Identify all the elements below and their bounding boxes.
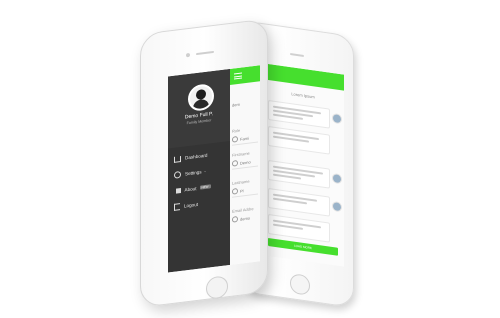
field-label: Role bbox=[232, 127, 241, 134]
front-phone: Demo Full P. Family Member Dashboard Set… bbox=[140, 1, 280, 309]
field-label: Lastname bbox=[232, 178, 250, 186]
role-field[interactable]: Fami bbox=[232, 135, 249, 143]
menu-item-label: Logout bbox=[184, 201, 199, 209]
menu-item-logout[interactable]: Logout bbox=[174, 195, 228, 212]
scene: Lorem Ipsum LOAD MORE Demo Full P. Famil… bbox=[0, 0, 500, 318]
content-panel: dem Role Fami Firstname Demo Lastname Pl bbox=[230, 65, 260, 265]
email-field[interactable]: demo bbox=[232, 214, 251, 223]
circle-icon bbox=[232, 215, 238, 223]
menu-item-about[interactable]: About NEW bbox=[174, 179, 228, 196]
menu-item-label: About bbox=[184, 185, 197, 193]
menu-icon[interactable] bbox=[234, 72, 242, 80]
menu-item-settings[interactable]: Settings ⌄ bbox=[174, 163, 228, 180]
content-top-bar bbox=[230, 65, 260, 85]
menu-item-dashboard[interactable]: Dashboard bbox=[174, 147, 228, 164]
firstname-field[interactable]: Demo bbox=[232, 158, 251, 167]
drawer-header: Demo Full P. Family Member bbox=[168, 68, 230, 149]
nav-drawer: Demo Full P. Family Member Dashboard Set… bbox=[168, 68, 230, 273]
field-label: Firstname bbox=[232, 150, 250, 158]
logout-icon bbox=[174, 202, 180, 211]
field-value: Demo bbox=[240, 158, 251, 166]
avatar bbox=[332, 112, 342, 125]
field-value: Pl bbox=[240, 187, 244, 194]
menu-item-label: Settings bbox=[185, 168, 202, 176]
lastname-field[interactable]: Pl bbox=[232, 187, 244, 195]
gear-icon bbox=[174, 170, 181, 179]
field-value: Fami bbox=[240, 135, 249, 142]
field-value: demo bbox=[240, 214, 251, 222]
field-label: Email Addre bbox=[232, 206, 254, 214]
menu-item-label: Dashboard bbox=[185, 152, 208, 160]
avatar bbox=[332, 172, 342, 185]
avatar bbox=[332, 200, 342, 213]
chevron-down-icon: ⌄ bbox=[203, 168, 207, 174]
front-phone-screen: Demo Full P. Family Member Dashboard Set… bbox=[168, 65, 260, 273]
home-icon bbox=[174, 155, 181, 163]
new-badge: NEW bbox=[199, 184, 211, 190]
user-avatar[interactable] bbox=[188, 82, 214, 113]
info-icon bbox=[175, 187, 181, 194]
circle-icon bbox=[232, 135, 238, 143]
circle-icon bbox=[232, 159, 238, 167]
strip-top-text: dem bbox=[232, 101, 240, 108]
circle-icon bbox=[232, 187, 238, 195]
